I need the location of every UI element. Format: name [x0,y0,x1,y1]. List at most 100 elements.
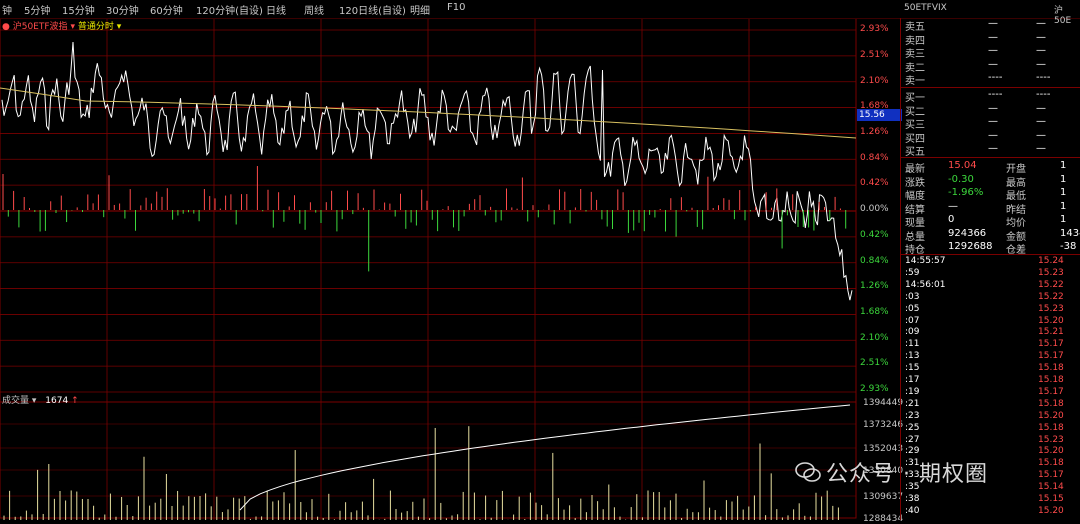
price-axis-lower-label: 1.68% [860,307,889,317]
price-axis-upper-label: 0.42% [860,178,889,188]
volume-axis-label: 1373246 [863,420,904,430]
volume-value: 1674 [45,396,69,406]
volume-axis-label: 1309637 [863,492,904,502]
volume-label[interactable]: 成交量 [2,396,29,406]
price-axis-zero-label: 0.00% [860,204,889,214]
volume-axis-label: 1352043 [863,444,904,454]
ask-level-price: — [988,45,998,56]
tab-period-3[interactable]: 30分钟 [106,2,139,17]
tick-price: 15.18 [1038,398,1064,409]
tick-time: :03 [905,291,920,302]
stat-value: 1 [1060,160,1067,171]
watermark-text: 公众号 · 期权圈 [826,462,988,487]
tick-time: :17 [905,375,920,385]
stat-value: — [948,200,958,212]
tab-period-9[interactable]: 明细 [410,2,430,17]
tick-time: :21 [905,398,920,409]
tick-price: 15.15 [1038,494,1064,504]
tick-price: 15.20 [1038,446,1064,457]
tick-price: 15.23 [1038,434,1064,445]
bid-level-label: 买五 [905,147,925,158]
wechat-icon [795,462,821,482]
tick-price: 15.23 [1038,303,1064,314]
tick-price: 15.17 [1038,339,1064,350]
tick-price: 15.17 [1038,351,1064,362]
price-axis-upper-label: 2.10% [860,76,889,86]
tick-price: 15.20 [1038,505,1064,516]
price-axis-upper-label: 2.93% [860,24,889,34]
tab-period-8[interactable]: 120日线(自设) [339,2,406,17]
tick-price: 15.24 [1038,256,1064,266]
ask-level-volume: — [1036,18,1046,29]
tick-time: :05 [905,303,920,314]
bid-level-volume: — [1036,143,1046,154]
stat-value: 1 [1060,214,1067,225]
tick-time: :38 [905,494,920,504]
bid-level-volume: — [1036,129,1046,141]
ask-level-price: ---- [988,72,1003,83]
price-axis-lower-label: 2.93% [860,384,889,394]
tick-price: 15.23 [1038,267,1064,278]
tick-price: 15.20 [1038,410,1064,421]
volume-header: 成交量 ▾ 1674 ↑ [2,393,79,406]
ask-level-volume: ---- [1036,72,1051,83]
tick-time: 14:56:01 [905,279,946,290]
mode-selector[interactable]: 普通分时 [78,22,114,32]
tab-period-6[interactable]: 日线 [266,2,286,17]
tab-period-1[interactable]: 5分钟 [24,2,50,17]
stat-value: 15.04 [948,160,977,171]
ask-level-price: — [988,31,998,43]
tick-time: :25 [905,422,920,433]
current-price-marker: 15.56 [857,109,902,121]
divider [900,157,1080,158]
tab-period-0[interactable]: 钟 [2,2,12,17]
chevron-down-icon[interactable]: ▾ [117,22,122,32]
symbol-selector[interactable]: 沪50ETF波指 [13,22,68,32]
price-axis-lower-label: 2.51% [860,358,889,368]
bid-level-volume: ---- [1036,89,1051,100]
tick-time: :19 [905,386,920,397]
price-axis-upper-label: 1.26% [860,127,889,137]
price-axis-upper-label: 0.84% [860,153,889,163]
tick-price: 15.22 [1038,279,1064,290]
bid-level-price: — [988,129,998,141]
price-axis-upper-label: 2.51% [860,50,889,60]
tab-period-5[interactable]: 120分钟(自设) [196,2,263,17]
tab-period-7[interactable]: 周线 [304,2,324,17]
symbol-dot-icon: ● [2,22,10,32]
price-axis-lower-label: 2.10% [860,333,889,343]
tick-price: 15.22 [1038,291,1064,302]
stat-value: -38 [1060,241,1077,252]
volume-axis-label: 1288434 [863,514,904,524]
chart-canvas[interactable] [0,0,900,520]
arrow-up-icon: ↑ [71,396,79,406]
chevron-down-icon[interactable]: ▾ [70,22,75,32]
tick-time: :07 [905,315,920,326]
tab-period-10[interactable]: F10 [447,2,465,13]
tab-period-2[interactable]: 15分钟 [62,2,95,17]
bid-level-price: ---- [988,89,1003,100]
divider [900,254,1080,255]
tick-time: :23 [905,410,920,421]
tick-time: :15 [905,363,920,374]
tick-time: :29 [905,446,920,457]
tick-time: :09 [905,327,920,338]
tick-price: 15.18 [1038,458,1064,469]
stat-value: 1 [1060,173,1067,185]
price-axis-lower-label: 0.84% [860,256,889,266]
chevron-down-icon[interactable]: ▾ [32,396,37,406]
tick-time: :59 [905,267,920,278]
tick-time: 14:55:57 [905,256,946,266]
quote-code: 50ETFVIX [904,3,947,13]
ask-level-volume: — [1036,31,1046,43]
tick-price: 15.21 [1038,327,1064,338]
tick-price: 15.18 [1038,422,1064,433]
stat-value: 1 [1060,187,1067,198]
tick-time: :13 [905,351,920,362]
stat-value: -1.96% [948,187,984,198]
tick-time: :11 [905,339,920,350]
tab-period-4[interactable]: 60分钟 [150,2,183,17]
bid-level-price: — [988,143,998,154]
divider [900,87,1080,88]
tick-price: 15.17 [1038,470,1064,481]
